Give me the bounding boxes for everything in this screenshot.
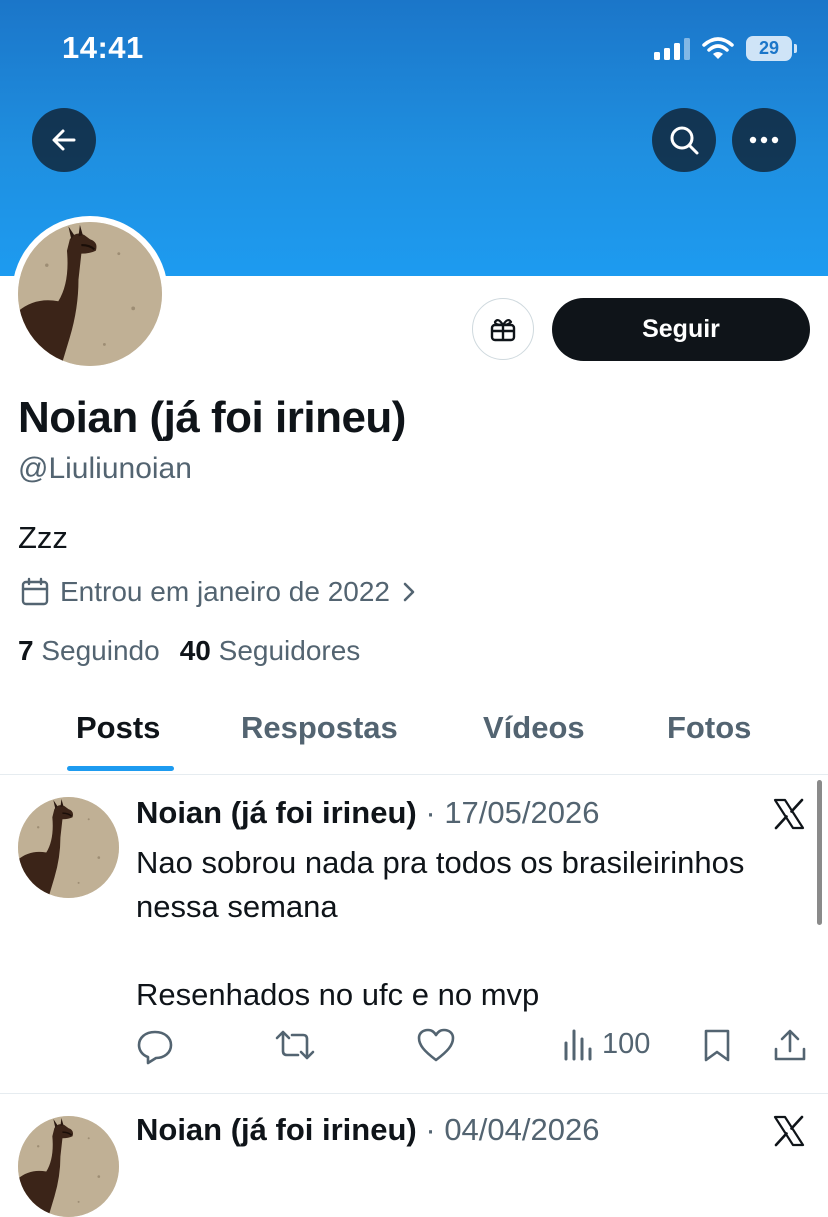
post-separator: · [425,1112,436,1147]
post-author[interactable]: Noian (já foi irineu) [136,795,417,830]
post-text: Nao sobrou nada pra todos os brasileirin… [136,845,745,1012]
views-button[interactable]: 100 [562,1027,650,1061]
reply-button[interactable] [136,1027,174,1065]
gift-icon [490,318,516,342]
profile-handle: @Liuliunoian [18,452,192,485]
back-arrow-icon [52,129,76,151]
post-date: 17/05/2026 [444,795,600,830]
followers-count: 40 [179,635,211,666]
share-button[interactable] [772,1027,808,1063]
post-actions: 100 [136,1027,816,1067]
repost-icon [275,1030,315,1060]
bookmark-button[interactable] [702,1027,732,1063]
avatar-image [18,222,162,366]
following-label: Seguindo [41,635,160,666]
more-options-button[interactable] [732,108,796,172]
active-tab-indicator [67,766,174,771]
post-item[interactable]: Noian (já foi irineu) · 04/04/2026 [0,1094,828,1217]
tab-fotos[interactable]: Fotos [667,710,751,746]
views-count: 100 [602,1027,651,1060]
scrollbar[interactable] [817,780,822,925]
like-button[interactable] [416,1027,456,1063]
post-header: Noian (já foi irineu) · 17/05/2026 [136,795,599,831]
post-item[interactable]: Noian (já foi irineu) · 17/05/2026 Nao s… [0,775,828,1094]
bookmark-icon [704,1029,730,1062]
followers-link[interactable]: 40 Seguidores [180,635,361,667]
status-time: 14:41 [62,30,144,65]
follow-button[interactable]: Seguir [552,298,810,361]
x-logo-icon [773,798,805,830]
post-separator: · [425,795,436,830]
post-avatar[interactable] [18,1116,119,1217]
joined-label: Entrou em janeiro de 2022 [60,576,390,607]
share-icon [774,1029,806,1061]
chevron-right-icon [403,582,415,602]
post-avatar[interactable] [18,797,119,898]
profile-display-name: Noian (já foi irineu) [18,393,406,442]
back-button[interactable] [32,108,96,172]
profile-bio: Zzz [18,520,68,555]
wifi-icon [702,36,734,59]
post-author[interactable]: Noian (já foi irineu) [136,1112,417,1147]
followers-label: Seguidores [218,635,361,666]
status-icons: 29 [654,36,797,61]
calendar-icon [21,577,49,606]
gift-button[interactable] [472,298,534,360]
following-link[interactable]: 7 Seguindo [18,635,160,667]
follow-stats: 7 Seguindo 40 Seguidores [18,635,360,667]
tab-videos[interactable]: Vídeos [483,710,585,746]
following-count: 7 [18,635,34,666]
repost-button[interactable] [274,1027,316,1063]
signal-icon [654,37,690,60]
search-button[interactable] [652,108,716,172]
profile-tabs: Posts Respostas Vídeos Fotos [0,690,828,775]
tab-posts[interactable]: Posts [76,710,160,746]
post-date: 04/04/2026 [444,1112,600,1147]
joined-date[interactable]: Entrou em janeiro de 2022 [20,576,418,608]
more-icon [749,136,779,144]
tab-respostas[interactable]: Respostas [241,710,398,746]
views-icon [564,1029,592,1061]
like-icon [417,1028,455,1062]
profile-avatar[interactable] [12,216,168,372]
search-icon [670,126,699,155]
battery-indicator: 29 [746,36,797,61]
reply-icon [137,1030,173,1065]
